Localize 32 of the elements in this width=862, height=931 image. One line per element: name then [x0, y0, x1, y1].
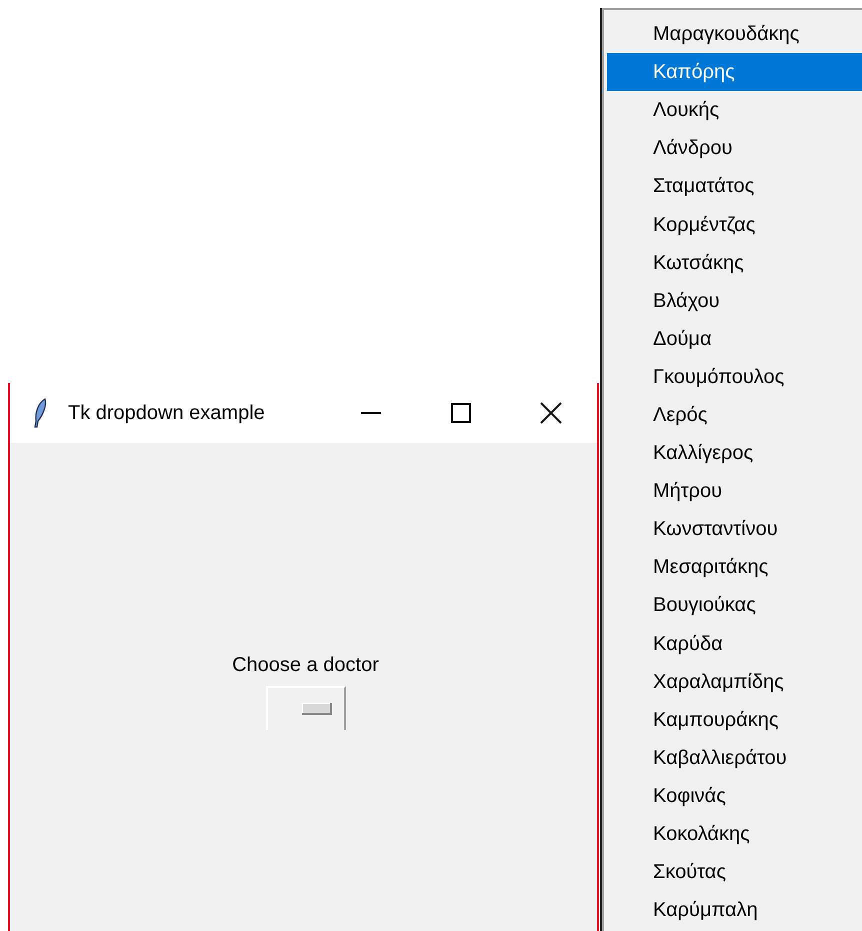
menu-item[interactable]: Λερός: [607, 396, 862, 434]
menu-item[interactable]: Μαραγκουδάκης: [607, 15, 862, 54]
menu-item[interactable]: Μήτρου: [607, 472, 862, 510]
menu-item[interactable]: Καρύδα: [607, 624, 862, 663]
menu-item[interactable]: Βλάχου: [607, 282, 862, 320]
menu-item[interactable]: Σκούτας: [607, 853, 862, 892]
menu-item[interactable]: Γκουμόπουλος: [607, 358, 862, 396]
menu-item[interactable]: Καβαλλιεράτου: [607, 738, 862, 777]
menu-item[interactable]: Κοκολάκης: [607, 814, 862, 854]
menu-item[interactable]: Χαραλαμπίδης: [607, 662, 862, 701]
window-title: Tk dropdown example: [68, 401, 265, 426]
menu-item[interactable]: Λουκής: [607, 91, 862, 130]
menu-item[interactable]: Κορμέντζας: [607, 205, 862, 244]
feather-icon: [32, 397, 48, 429]
menu-item[interactable]: Καλλίγερος: [607, 434, 862, 472]
menu-item[interactable]: Καρύμπαλη: [607, 891, 862, 930]
maximize-icon: [451, 403, 471, 423]
menu-item[interactable]: Μεσαριτάκης: [607, 548, 862, 586]
menu-item[interactable]: Κοφινάς: [607, 776, 862, 815]
menu-item[interactable]: Καμπουράκης: [607, 700, 862, 739]
menu-item[interactable]: Κωνσταντίνου: [607, 510, 862, 548]
menu-item[interactable]: Λάνδρου: [607, 129, 862, 168]
menu-item[interactable]: Βουγιούκας: [607, 586, 862, 624]
choose-label: Choose a doctor: [232, 653, 379, 678]
close-icon: [540, 402, 562, 424]
option-menu[interactable]: [266, 686, 346, 730]
menu-item[interactable]: Σταματάτος: [607, 167, 862, 206]
indicator-icon: [302, 703, 332, 715]
menu-item[interactable]: Καπόρης: [607, 53, 862, 92]
menu-item[interactable]: Δούμα: [607, 320, 862, 358]
minimize-icon: [361, 412, 381, 414]
menu-item[interactable]: Κωτσάκης: [607, 244, 862, 282]
